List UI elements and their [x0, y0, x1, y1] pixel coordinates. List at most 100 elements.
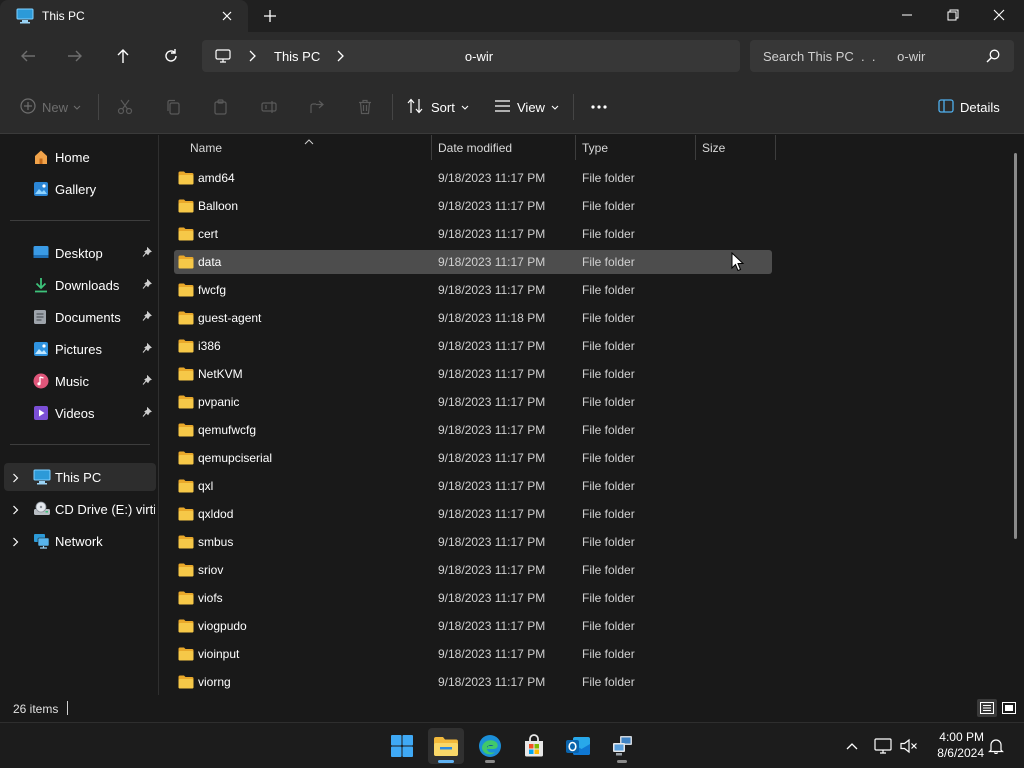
- close-tab-icon[interactable]: [216, 6, 238, 26]
- pane-divider[interactable]: [158, 135, 159, 695]
- table-row[interactable]: smbus 9/18/2023 11:17 PM File folder: [174, 530, 772, 554]
- maximize-icon[interactable]: [930, 0, 976, 30]
- column-divider[interactable]: [431, 135, 432, 160]
- share-icon[interactable]: [309, 95, 325, 119]
- table-row[interactable]: amd64 9/18/2023 11:17 PM File folder: [174, 166, 772, 190]
- sidebar-item-downloads[interactable]: Downloads: [4, 271, 156, 299]
- sidebar-item-cd-drive[interactable]: CD Drive (E:) virtio-: [4, 495, 156, 523]
- table-row[interactable]: data 9/18/2023 11:17 PM File folder: [174, 250, 772, 274]
- clock[interactable]: 4:00 PM 8/6/2024: [922, 730, 984, 760]
- pin-icon[interactable]: [142, 278, 152, 293]
- chevron-right-icon[interactable]: [12, 472, 19, 486]
- sidebar-item-music[interactable]: Music: [4, 367, 156, 395]
- table-row[interactable]: sriov 9/18/2023 11:17 PM File folder: [174, 558, 772, 582]
- chevron-right-icon[interactable]: [12, 504, 19, 518]
- desktop-icon: [33, 245, 49, 262]
- table-row[interactable]: viogpudo 9/18/2023 11:17 PM File folder: [174, 614, 772, 638]
- sidebar-item-gallery[interactable]: Gallery: [4, 175, 156, 203]
- sort-button[interactable]: Sort: [407, 95, 469, 119]
- table-row[interactable]: i386 9/18/2023 11:17 PM File folder: [174, 334, 772, 358]
- minimize-icon[interactable]: [884, 0, 930, 30]
- table-row[interactable]: Balloon 9/18/2023 11:17 PM File folder: [174, 194, 772, 218]
- file-name: Balloon: [198, 199, 239, 213]
- column-header-type[interactable]: Type: [582, 141, 608, 155]
- file-date-modified: 9/18/2023 11:17 PM: [438, 367, 546, 381]
- arrow-right-icon[interactable]: [61, 42, 89, 70]
- rename-icon[interactable]: [261, 95, 277, 119]
- delete-icon[interactable]: [357, 95, 373, 119]
- close-icon[interactable]: [976, 0, 1022, 30]
- table-row[interactable]: viofs 9/18/2023 11:17 PM File folder: [174, 586, 772, 610]
- column-header-name[interactable]: Name: [190, 141, 222, 155]
- column-header-row: Name Date modified Type Size: [160, 135, 780, 160]
- chevron-up-icon[interactable]: [842, 736, 862, 756]
- store-icon[interactable]: [516, 728, 552, 764]
- table-row[interactable]: vioinput 9/18/2023 11:17 PM File folder: [174, 642, 772, 666]
- details-view-icon[interactable]: [977, 699, 997, 717]
- pin-icon[interactable]: [142, 406, 152, 421]
- outlook-icon[interactable]: [560, 728, 596, 764]
- column-divider[interactable]: [575, 135, 576, 160]
- details-pane-button[interactable]: Details: [938, 95, 1000, 119]
- sidebar-item-videos[interactable]: Videos: [4, 399, 156, 427]
- sidebar-item-home[interactable]: Home: [4, 143, 156, 171]
- tab-title: This PC: [42, 9, 85, 23]
- more-options-icon[interactable]: [590, 95, 608, 119]
- tab-this-pc[interactable]: This PC: [0, 0, 248, 32]
- sidebar-item-network[interactable]: Network: [4, 527, 156, 555]
- arrow-left-icon[interactable]: [14, 42, 42, 70]
- file-explorer-icon[interactable]: [428, 728, 464, 764]
- column-divider[interactable]: [775, 135, 776, 160]
- table-row[interactable]: NetKVM 9/18/2023 11:17 PM File folder: [174, 362, 772, 386]
- breadcrumb-this-pc[interactable]: This PC: [274, 49, 320, 64]
- table-row[interactable]: qxldod 9/18/2023 11:17 PM File folder: [174, 502, 772, 526]
- network-icon: [33, 533, 51, 552]
- start-icon[interactable]: [384, 728, 420, 764]
- active-app-indicator: [438, 760, 454, 763]
- network-share-app-icon[interactable]: [604, 728, 640, 764]
- bell-icon[interactable]: [986, 736, 1006, 756]
- display-icon[interactable]: [873, 736, 893, 756]
- sidebar-item-pictures[interactable]: Pictures: [4, 335, 156, 363]
- arrow-up-icon[interactable]: [109, 42, 137, 70]
- table-row[interactable]: qemufwcfg 9/18/2023 11:17 PM File folder: [174, 418, 772, 442]
- file-name: cert: [198, 227, 219, 241]
- copy-icon[interactable]: [165, 95, 181, 119]
- view-label: View: [517, 99, 545, 115]
- chevron-right-icon[interactable]: [336, 50, 344, 65]
- volume-muted-icon[interactable]: [899, 736, 919, 756]
- pin-icon[interactable]: [142, 310, 152, 325]
- refresh-icon[interactable]: [157, 42, 185, 70]
- large-icons-view-icon[interactable]: [999, 699, 1019, 717]
- cut-icon[interactable]: [117, 95, 133, 119]
- column-header-date[interactable]: Date modified: [438, 141, 512, 155]
- chevron-right-icon[interactable]: [248, 50, 256, 65]
- vertical-scrollbar[interactable]: [1014, 153, 1017, 539]
- new-button[interactable]: New: [20, 95, 81, 119]
- folder-icon: [178, 451, 194, 468]
- pin-icon[interactable]: [142, 342, 152, 357]
- sidebar-item-documents[interactable]: Documents: [4, 303, 156, 331]
- plus-icon[interactable]: [258, 6, 282, 26]
- sidebar-item-this-pc[interactable]: This PC: [4, 463, 156, 491]
- column-header-size[interactable]: Size: [702, 141, 725, 155]
- column-divider[interactable]: [695, 135, 696, 160]
- table-row[interactable]: guest-agent 9/18/2023 11:18 PM File folder: [174, 306, 772, 330]
- pin-icon[interactable]: [142, 374, 152, 389]
- table-row[interactable]: fwcfg 9/18/2023 11:17 PM File folder: [174, 278, 772, 302]
- sidebar-item-desktop[interactable]: Desktop: [4, 239, 156, 267]
- table-row[interactable]: pvpanic 9/18/2023 11:17 PM File folder: [174, 390, 772, 414]
- breadcrumb[interactable]: This PC o-wir: [202, 40, 740, 72]
- paste-icon[interactable]: [213, 95, 229, 119]
- table-row[interactable]: qxl 9/18/2023 11:17 PM File folder: [174, 474, 772, 498]
- edge-icon[interactable]: [472, 728, 508, 764]
- search-input[interactable]: Search This PC . . o-wir: [750, 40, 1014, 72]
- breadcrumb-drive[interactable]: o-wir: [364, 49, 594, 64]
- pin-icon[interactable]: [142, 246, 152, 261]
- table-row[interactable]: viorng 9/18/2023 11:17 PM File folder: [174, 670, 772, 694]
- search-icon[interactable]: [986, 49, 1000, 66]
- chevron-right-icon[interactable]: [12, 536, 19, 550]
- table-row[interactable]: cert 9/18/2023 11:17 PM File folder: [174, 222, 772, 246]
- view-button[interactable]: View: [494, 95, 559, 119]
- table-row[interactable]: qemupciserial 9/18/2023 11:17 PM File fold…: [174, 446, 772, 470]
